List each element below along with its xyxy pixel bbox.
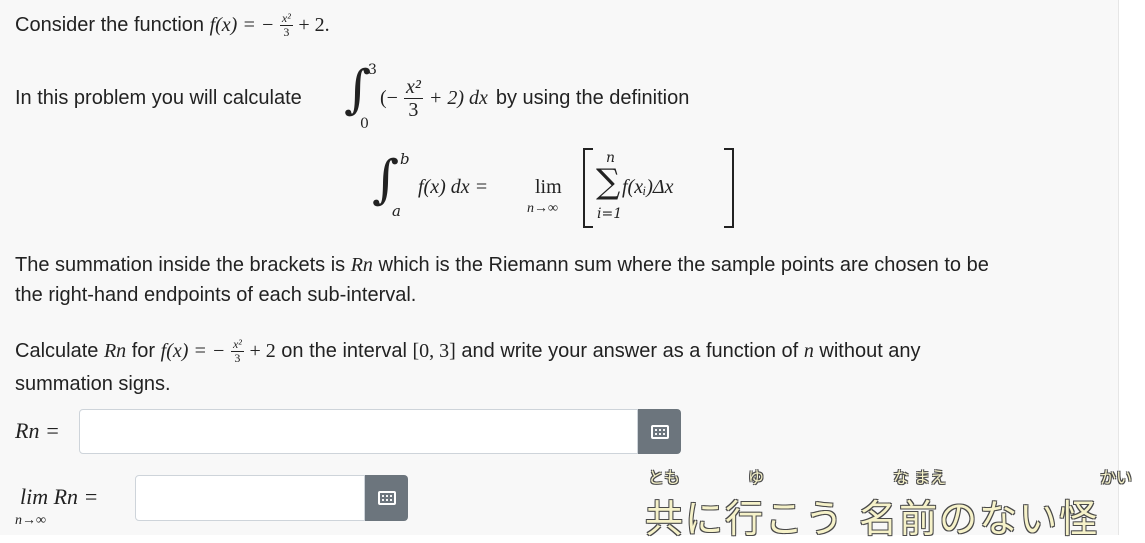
rn-answer-input[interactable] xyxy=(79,409,638,454)
intro-frac-den: 3 xyxy=(283,25,290,40)
task-frac-den: 3 xyxy=(234,351,241,366)
left-bracket xyxy=(583,148,593,228)
limit-input-group xyxy=(135,475,408,521)
intro-line: Consider the function f(x) = − x² 3 + 2. xyxy=(15,11,330,40)
sum-sign: ∑ xyxy=(596,162,621,202)
intro-func-lhs: f(x) = − xyxy=(209,14,275,36)
task-suffix-2: without any xyxy=(819,340,921,362)
keyboard-icon xyxy=(377,491,396,505)
integrand: (− x² 3 + 2) dx by using the definition xyxy=(380,70,689,126)
task-line-2: summation signs. xyxy=(15,373,171,395)
task-prefix: Calculate xyxy=(15,340,99,362)
def-upper: b xyxy=(400,150,410,168)
def-integrand: f(x) dx = xyxy=(418,176,489,198)
intro-func-rhs: + 2. xyxy=(298,14,330,36)
furigana-3: な まえ xyxy=(893,468,947,487)
summation-text-b: which is the Riemann sum where the sampl… xyxy=(378,254,989,276)
furigana-2: ゆ xyxy=(748,468,765,487)
task-rn: Rn xyxy=(103,340,127,362)
task-interval: [0, 3] xyxy=(412,340,456,362)
task-line-1: Calculate Rn for f(x) = − x² 3 + 2 on th… xyxy=(15,337,921,366)
integral-lower: 0 xyxy=(360,116,369,132)
task-n: n xyxy=(803,340,814,362)
summation-line-1: The summation inside the brackets is Rn … xyxy=(15,252,989,278)
keyboard-icon xyxy=(650,424,669,439)
task-func-rhs: + 2 xyxy=(249,340,276,362)
intro-fraction: x² 3 xyxy=(279,11,293,40)
intro-text: Consider the function xyxy=(15,14,205,36)
furigana-1: とも xyxy=(648,468,681,487)
task-frac-num: x² xyxy=(230,337,244,353)
calc-prefix: In this problem you will calculate xyxy=(15,87,302,109)
rn-input-group xyxy=(79,409,681,454)
integrand-fraction: x² 3 xyxy=(403,75,423,121)
task-for: for xyxy=(131,340,156,362)
def-lim-sub: n→∞ xyxy=(527,201,558,216)
rn-keyboard-button[interactable] xyxy=(638,409,681,454)
right-scroll-area xyxy=(1118,0,1145,535)
task-fraction: x² 3 xyxy=(230,337,244,366)
integrand-den: 3 xyxy=(408,98,419,121)
integrand-close: + 2) dx xyxy=(428,87,488,109)
sum-body: f(xᵢ)Δx xyxy=(622,176,674,198)
limit-answer-input[interactable] xyxy=(135,475,365,521)
sum-bottom: i=1 xyxy=(597,206,623,222)
furigana-4: かい xyxy=(1100,468,1133,487)
integral-upper: 3 xyxy=(368,62,377,78)
summation-rn: Rn xyxy=(350,254,373,276)
calc-suffix: by using the definition xyxy=(495,87,690,109)
limit-sub: n→∞ xyxy=(15,513,46,528)
task-func-lhs: f(x) = − xyxy=(160,340,226,362)
def-lower: a xyxy=(392,202,401,220)
summation-line-2: the right-hand endpoints of each sub-int… xyxy=(15,284,417,306)
limit-keyboard-button[interactable] xyxy=(365,475,408,521)
summation-text-a: The summation inside the brackets is xyxy=(15,254,346,276)
task-interval-text: on the interval xyxy=(281,340,407,362)
limit-label: lim Rn = xyxy=(20,484,99,509)
right-bracket xyxy=(724,148,734,228)
integrand-num: x² xyxy=(403,75,423,99)
intro-frac-num: x² xyxy=(279,11,293,27)
rn-label: Rn = xyxy=(15,418,60,443)
integrand-open: (− xyxy=(380,87,398,109)
task-suffix: and write your answer as a function of xyxy=(461,340,799,362)
